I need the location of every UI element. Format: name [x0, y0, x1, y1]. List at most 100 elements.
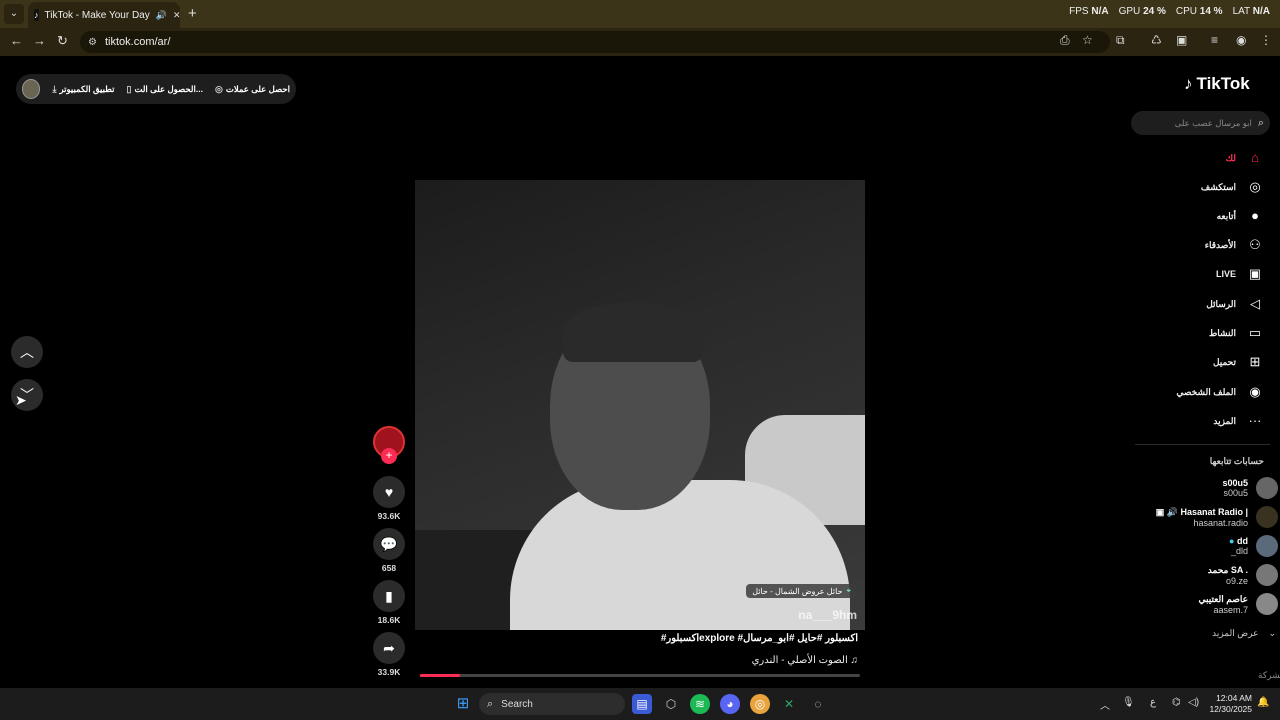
- taskbar-search[interactable]: ⌕ Search: [479, 693, 625, 715]
- nav-more[interactable]: المزيد ···: [1213, 412, 1264, 430]
- install-app-icon[interactable]: ⎙: [1060, 33, 1070, 48]
- search-icon: ⌕: [487, 697, 494, 710]
- tab-search-button[interactable]: ⌄: [4, 4, 24, 24]
- spotify-icon[interactable]: ≋: [690, 694, 710, 714]
- nav-messages[interactable]: الرسائل ◁: [1206, 295, 1264, 313]
- follow-plus-icon[interactable]: +: [381, 448, 397, 464]
- tray-overflow-icon[interactable]: ︿: [1100, 697, 1110, 712]
- back-arrow-icon[interactable]: ←: [10, 33, 23, 48]
- account-name: عاصم العتيبي: [1198, 593, 1248, 604]
- followed-account[interactable]: s00u5 s00u5: [1222, 477, 1278, 499]
- tiktok-page: ⤓ تطبيق الكمبيوتر ▯ الحصول على الت... ◎ احص…: [0, 56, 1280, 688]
- url-field[interactable]: ⚙ tiktok.com/ar/: [80, 31, 1110, 53]
- more-icon: ···: [1248, 413, 1262, 428]
- input-language[interactable]: ع: [1150, 697, 1156, 708]
- chrome-icon[interactable]: ◎: [750, 694, 770, 714]
- nav-activity[interactable]: النشاط ▭: [1209, 324, 1264, 342]
- account-avatar: [1256, 564, 1278, 586]
- windows-start-icon[interactable]: ⊞: [453, 694, 473, 714]
- tiktok-logo[interactable]: ♪ TikTok: [1184, 74, 1250, 94]
- followed-account[interactable]: ● dd _dld: [1229, 535, 1278, 557]
- company-link[interactable]: الشركة: [1258, 670, 1280, 681]
- video-progress-bar[interactable]: [420, 674, 860, 677]
- nav-label: المزيد: [1213, 415, 1236, 426]
- video-player[interactable]: حائل عروض الشمال - حائل ⌖ na___9hm: [415, 180, 865, 630]
- share-button[interactable]: ➦: [373, 632, 405, 664]
- windows-taskbar: ⊞ ⌕ Search ▤ ⬡ ≋ ◕ ◎ ✕ ◌ ︿ 🎙 ع ⌬ ◁) 12:0…: [0, 688, 1280, 720]
- messages-icon: ◁: [1250, 296, 1260, 311]
- app-icon[interactable]: ✕: [779, 694, 799, 714]
- browser-address-bar: ← → ↻ ⚙ tiktok.com/ar/ ⎙ ☆ ⧉ ♺ ▣ ≡ ◉ ⋮: [0, 28, 1280, 56]
- site-info-icon[interactable]: ⚙: [88, 37, 97, 48]
- nav-label: النشاط: [1208, 327, 1236, 338]
- video-sound[interactable]: الصوت الأصلي - الندري ♫: [420, 655, 858, 666]
- volume-icon[interactable]: ◁): [1188, 697, 1199, 708]
- heart-icon: ♥: [384, 484, 394, 500]
- live-icon: ▣: [1248, 266, 1262, 281]
- followed-account[interactable]: عاصم العتيبي aasem.7: [1199, 593, 1278, 615]
- desktop-app-button[interactable]: ⤓ تطبيق الكمبيوتر: [52, 84, 114, 95]
- extensions-icon[interactable]: ⧉: [1116, 33, 1125, 48]
- previous-video-button[interactable]: ︿: [11, 336, 43, 368]
- nav-label: تحميل: [1212, 356, 1236, 367]
- account-name: s00u5: [1222, 478, 1248, 488]
- nav-friends[interactable]: الأصدقاء ⚇: [1205, 236, 1264, 254]
- see-more-button[interactable]: عرض المزيد ⌄: [1212, 628, 1276, 639]
- browser-tab[interactable]: ♪ TikTok - Make Your Day 🔊 ✕: [28, 2, 181, 28]
- nav-following[interactable]: أتابعه ●: [1217, 207, 1264, 225]
- like-button[interactable]: ♥: [373, 476, 405, 508]
- browser-tab-bar: ⌄ ♪ TikTok - Make Your Day 🔊 ✕ + FPS N/A…: [0, 0, 1280, 28]
- video-scene-person-hair: [563, 302, 703, 362]
- clock-date: 12/30/2025: [1209, 704, 1252, 714]
- location-badge[interactable]: حائل عروض الشمال - حائل ⌖: [746, 584, 857, 598]
- account-handle: hasanat.radio: [1193, 517, 1248, 528]
- browser-menu-icon[interactable]: ⋮: [1260, 33, 1272, 47]
- screen: { "browser": { "tab_title": "TikTok - Ma…: [0, 0, 1280, 720]
- nav-profile[interactable]: الملف الشخصي ◉: [1176, 383, 1264, 401]
- nav-upload[interactable]: تحميل ⊞: [1213, 353, 1264, 371]
- nav-label: LIVE: [1215, 269, 1236, 279]
- notification-bell-icon[interactable]: 🔔: [1257, 697, 1269, 708]
- app-icon[interactable]: ⬡: [661, 694, 681, 714]
- sidebar-toggle-icon[interactable]: ▣: [1176, 33, 1187, 47]
- perf-lat: LAT N/A: [1232, 6, 1270, 17]
- profile-avatar-icon[interactable]: ◉: [1236, 33, 1246, 47]
- app-icon[interactable]: ▤: [632, 694, 652, 714]
- bookmark-star-icon[interactable]: ☆: [1082, 33, 1093, 47]
- video-progress-fill: [420, 674, 460, 677]
- followed-account[interactable]: ▣ 🔊 Hasanat Radio | hasanat.radio: [1156, 506, 1278, 528]
- get-app-button[interactable]: ▯ الحصول على الت...: [127, 84, 203, 95]
- forward-arrow-icon[interactable]: →: [33, 33, 46, 48]
- microphone-icon[interactable]: 🎙: [1122, 697, 1135, 708]
- taskbar-clock[interactable]: 12:04 AM 12/30/2025: [1206, 693, 1252, 715]
- user-avatar[interactable]: [22, 79, 41, 99]
- nav-live[interactable]: LIVE ▣: [1216, 265, 1264, 283]
- save-button[interactable]: ▮: [373, 580, 405, 612]
- extension-a-icon[interactable]: ♺: [1151, 33, 1162, 47]
- account-avatar: [1256, 477, 1278, 499]
- close-tab-icon[interactable]: ✕: [173, 10, 181, 21]
- reload-icon[interactable]: ↻: [57, 33, 68, 49]
- media-control-icon[interactable]: ≡: [1211, 33, 1218, 47]
- get-coins-button[interactable]: ◎ احصل على عملات: [215, 84, 290, 95]
- new-tab-button[interactable]: +: [188, 5, 197, 22]
- discord-icon[interactable]: ◕: [720, 694, 740, 714]
- nav-explore[interactable]: استكشف ◎: [1201, 178, 1264, 196]
- share-arrow-icon: ➦: [383, 640, 395, 656]
- search-icon[interactable]: ⌕: [1258, 117, 1264, 130]
- search-input[interactable]: ابو مرسال عصب على ⌕: [1131, 111, 1270, 135]
- chevron-up-icon: ︿: [20, 344, 34, 360]
- phone-icon: ▯: [126, 83, 132, 94]
- profile-icon: ◉: [1249, 384, 1261, 399]
- video-caption[interactable]: #اكسبلورexplore #اكسبلور #حايل #ابو_مرسا…: [420, 633, 858, 644]
- account-avatar: [1256, 593, 1278, 615]
- wifi-icon[interactable]: ⌬: [1172, 697, 1181, 708]
- nav-for-you[interactable]: لك ⌂: [1226, 149, 1264, 167]
- followed-account[interactable]: محمد SA . o9.ze: [1208, 564, 1278, 586]
- comment-count: 658: [381, 563, 397, 573]
- account-name: ▣ 🔊 Hasanat Radio |: [1155, 506, 1248, 517]
- coin-icon: ◎: [214, 83, 223, 94]
- comment-button[interactable]: 💬: [373, 528, 405, 560]
- speaker-icon[interactable]: 🔊: [156, 10, 167, 21]
- app-icon[interactable]: ◌: [808, 694, 828, 714]
